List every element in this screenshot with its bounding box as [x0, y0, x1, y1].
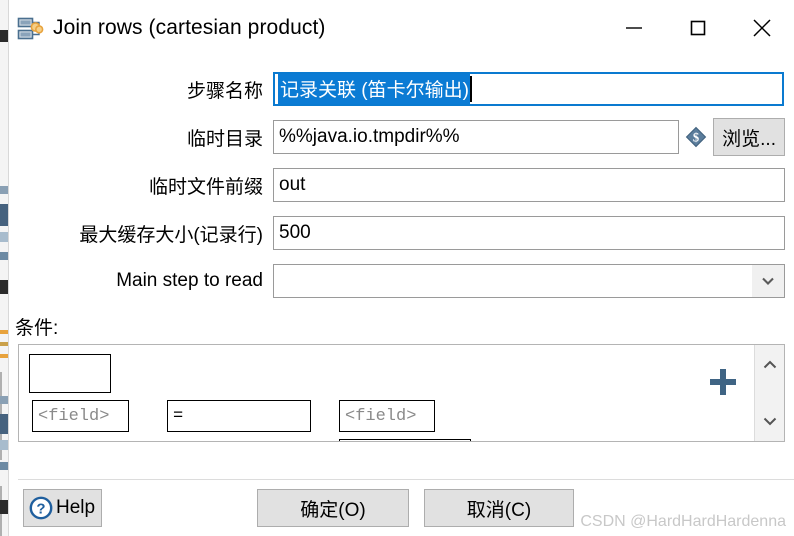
main-step-to-read-combo[interactable] — [273, 264, 785, 298]
sliver-fragment — [0, 462, 8, 470]
sliver-fragment — [0, 186, 8, 194]
svg-text:?: ? — [36, 501, 45, 518]
chevron-up-icon[interactable] — [758, 353, 782, 377]
sliver-fragment — [0, 354, 8, 358]
question-circle-icon: ? — [28, 495, 54, 521]
condition-operator[interactable]: = — [167, 400, 311, 432]
sliver-fragment — [0, 30, 8, 42]
title-bar[interactable]: Join rows (cartesian product) — [9, 0, 794, 55]
temp-directory-label: 临时目录 — [186, 128, 263, 150]
step-name-input[interactable]: 记录关联 (笛卡尔输出) — [273, 72, 784, 106]
sliver-fragment — [0, 414, 8, 434]
max-cache-size-field-wrap — [273, 216, 794, 250]
window-title: Join rows (cartesian product) — [53, 15, 326, 39]
dialog-footer: ? Help 确定(O) 取消(C) CSDN @HardHardHardenn… — [18, 479, 794, 536]
chevron-down-icon[interactable] — [758, 409, 782, 433]
temp-directory-field-wrap: $ 浏览... — [273, 118, 794, 156]
dollar-variable-icon[interactable]: $ — [685, 126, 707, 148]
condition-group-box[interactable] — [29, 354, 111, 393]
temp-file-prefix-field-wrap — [273, 168, 794, 202]
step-name-label: 步骤名称 — [186, 80, 263, 102]
sliver-fragment — [0, 232, 8, 242]
svg-text:$: $ — [693, 130, 699, 144]
join-rows-icon — [15, 13, 45, 43]
help-button[interactable]: ? Help — [23, 489, 103, 527]
max-cache-size-label: 最大缓存大小(记录行) — [79, 224, 263, 246]
max-cache-size-input[interactable] — [273, 216, 785, 250]
conditions-panel: <field> = <field> <value> — [18, 344, 785, 442]
row-step-name: 步骤名称 记录关联 (笛卡尔输出) — [9, 65, 794, 113]
browse-button[interactable]: 浏览... — [713, 118, 785, 156]
cancel-button[interactable]: 取消(C) — [424, 489, 574, 527]
condition-right-field[interactable]: <field> — [339, 400, 435, 432]
conditions-scrollbar[interactable] — [754, 345, 784, 441]
maximize-icon[interactable] — [666, 0, 730, 55]
help-button-label: Help — [56, 497, 96, 518]
minimize-icon[interactable] — [602, 0, 666, 55]
ok-button[interactable]: 确定(O) — [257, 489, 409, 527]
main-step-to-read-field-wrap — [273, 264, 794, 298]
form-area: 步骤名称 记录关联 (笛卡尔输出) 临时目录 $ 浏览... — [9, 55, 794, 305]
close-icon[interactable] — [730, 0, 794, 55]
chevron-down-icon[interactable] — [752, 265, 784, 297]
sliver-fragment — [0, 342, 8, 346]
condition-left-field[interactable]: <field> — [32, 400, 129, 432]
conditions-label: 条件: — [15, 318, 59, 339]
temp-file-prefix-input[interactable] — [273, 168, 785, 202]
window-controls — [602, 0, 794, 55]
main-step-to-read-label: Main step to read — [116, 270, 263, 291]
sliver-fragment — [0, 396, 8, 404]
sliver-fragment — [0, 330, 8, 334]
sliver-fragment — [0, 500, 8, 514]
row-max-cache-size: 最大缓存大小(记录行) — [9, 209, 794, 257]
row-temp-directory: 临时目录 $ 浏览... — [9, 113, 794, 161]
sliver-fragment — [0, 204, 8, 226]
condition-value[interactable]: <value> — [339, 439, 471, 441]
sliver-fragment — [0, 280, 8, 294]
step-name-selected-text: 记录关联 (笛卡尔输出) — [278, 74, 470, 104]
temp-directory-input[interactable] — [273, 120, 680, 154]
watermark: CSDN @HardHardHardenna — [580, 513, 786, 530]
sliver-fragment — [0, 252, 8, 260]
background-window-sliver — [0, 0, 9, 536]
text-caret — [469, 76, 472, 102]
step-name-field-wrap: 记录关联 (笛卡尔输出) — [273, 72, 794, 106]
join-rows-dialog: Join rows (cartesian product) 步骤名称 记录关联 … — [9, 0, 794, 536]
temp-file-prefix-label: 临时文件前缀 — [148, 176, 263, 198]
row-temp-file-prefix: 临时文件前缀 — [9, 161, 794, 209]
row-main-step-to-read: Main step to read — [9, 257, 794, 305]
plus-icon[interactable] — [706, 365, 740, 399]
sliver-fragment — [0, 440, 8, 450]
